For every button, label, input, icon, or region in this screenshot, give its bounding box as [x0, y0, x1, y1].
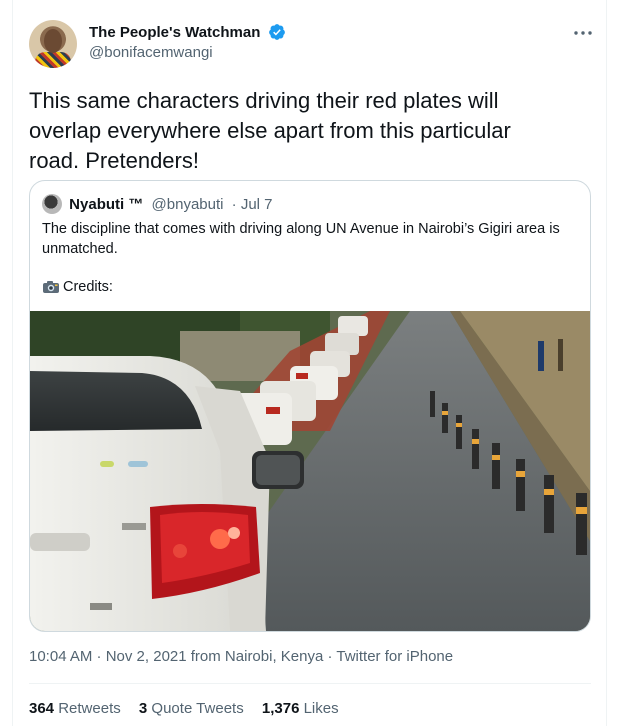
- retweets-count: 364: [29, 700, 55, 717]
- tweet-text-line: This same characters driving their red p…: [29, 88, 499, 113]
- quoted-text-line: unmatched.: [42, 241, 118, 257]
- stats-divider: [29, 683, 591, 684]
- avatar-face: [44, 29, 62, 53]
- author-avatar[interactable]: [29, 20, 77, 68]
- timeline-right-border: [606, 0, 607, 726]
- retweets-label: Retweets: [58, 700, 121, 717]
- tweet-text-line: overlap everywhere else apart from this …: [29, 118, 511, 143]
- quoted-text-line: The discipline that comes with driving a…: [42, 221, 560, 237]
- credits-label: Credits:: [63, 279, 113, 295]
- tweet-stats: 364 Retweets 3 Quote Tweets 1,376 Likes: [29, 700, 353, 717]
- quoted-tweet-card[interactable]: Nyabuti ™ @bnyabuti · Jul 7 The discipli…: [29, 180, 591, 632]
- more-options-icon[interactable]: [571, 24, 595, 42]
- author-display-name[interactable]: The People's Watchman: [89, 24, 260, 41]
- quote-tweets-label: Quote Tweets: [151, 700, 244, 717]
- avatar-shirt: [35, 52, 71, 68]
- tweet[interactable]: The People's Watchman @bonifacemwangi Th…: [13, 0, 606, 726]
- retweets-stat[interactable]: 364 Retweets: [29, 700, 121, 717]
- likes-count: 1,376: [261, 700, 300, 717]
- quoted-tweet-header: Nyabuti ™ @bnyabuti · Jul 7: [42, 194, 273, 214]
- camera-icon: [43, 281, 59, 294]
- quoted-author-avatar[interactable]: [42, 194, 62, 214]
- quoted-tweet-photo[interactable]: [30, 311, 590, 631]
- quoted-author-name[interactable]: Nyabuti ™: [69, 196, 143, 213]
- author-name-block[interactable]: The People's Watchman @bonifacemwangi: [89, 23, 286, 61]
- quoted-author-handle[interactable]: @bnyabuti: [152, 196, 224, 213]
- likes-stat[interactable]: 1,376 Likes: [262, 700, 339, 717]
- quote-tweets-stat[interactable]: 3 Quote Tweets: [139, 700, 244, 717]
- author-handle[interactable]: @bonifacemwangi: [89, 44, 286, 61]
- likes-label: Likes: [303, 700, 339, 717]
- tweet-text: This same characters driving their red p…: [29, 86, 589, 176]
- quote-tweets-count: 3: [138, 700, 148, 717]
- quoted-credits: Credits:: [42, 277, 113, 297]
- tweet-timestamp[interactable]: 10:04 AM · Nov 2, 2021 from Nairobi, Ken…: [29, 648, 453, 665]
- quoted-tweet-date: · Jul 7: [231, 195, 273, 213]
- quoted-tweet-text: The discipline that comes with driving a…: [42, 219, 580, 259]
- street-traffic-photo: [30, 311, 590, 631]
- tweet-text-line: road. Pretenders!: [29, 148, 199, 173]
- verified-badge-icon: [268, 24, 285, 40]
